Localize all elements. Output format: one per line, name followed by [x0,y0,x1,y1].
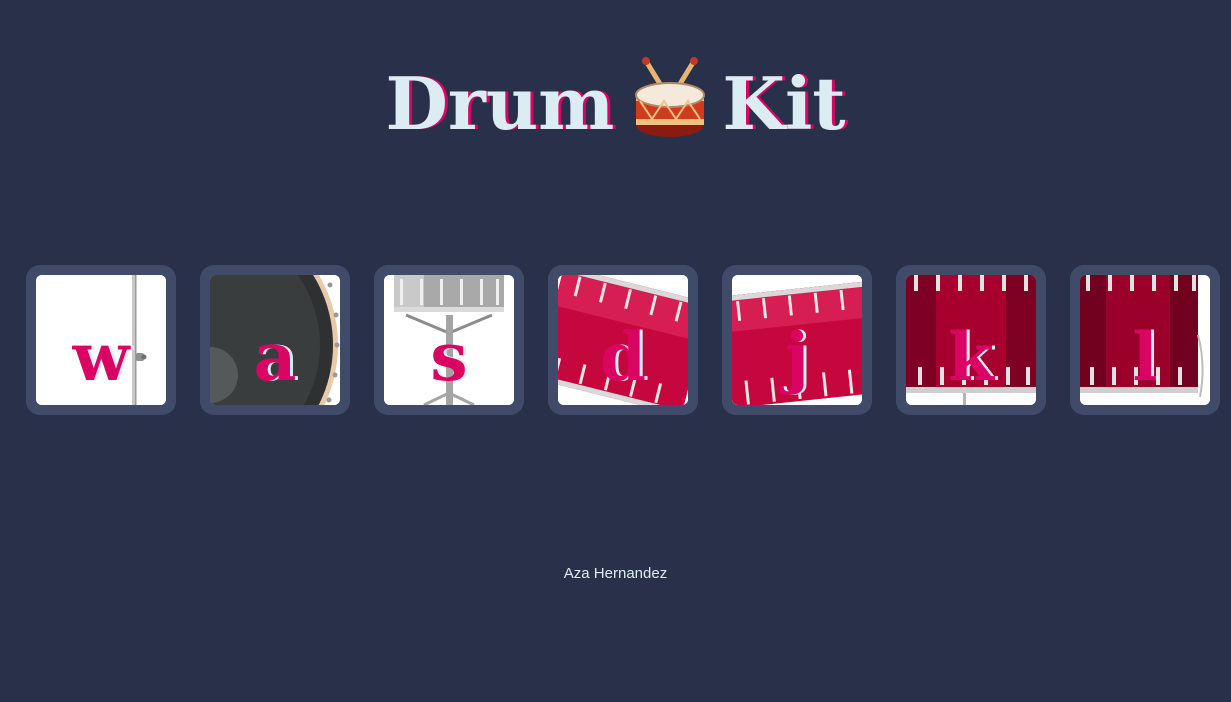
key-label: k [948,318,994,396]
drum-pad-w[interactable]: w [26,265,176,415]
drum-with-drumsticks-icon [635,57,706,138]
key-label: w [72,318,130,396]
drum-pad-a[interactable]: a [200,265,350,415]
title-kit-word: Kit [722,61,846,147]
key-label: a [253,318,297,396]
key-label: l [1132,318,1158,396]
drum-pad-face: s [384,275,514,405]
drum-pad-j[interactable]: j [722,265,872,415]
drum-pad-face: a [210,275,340,405]
drum-pad-face: k [906,275,1036,405]
drum-pad-face: l [1080,275,1210,405]
key-label: s [430,318,468,396]
page-title: Drum Kit [0,54,1231,154]
drum-pad-face: w [36,275,166,405]
drum-pad-k[interactable]: k [896,265,1046,415]
drum-pad-s[interactable]: s [374,265,524,415]
key-label: d [599,318,647,396]
key-label: j [785,318,809,396]
drum-pad-d[interactable]: d [548,265,698,415]
footer-credit: Aza Hernandez [563,565,668,582]
drum-pad-face: d [558,275,688,405]
drum-pad-l[interactable]: l [1070,265,1220,415]
title-drum-word: Drum [385,61,615,147]
drum-pad-face: j [732,275,862,405]
